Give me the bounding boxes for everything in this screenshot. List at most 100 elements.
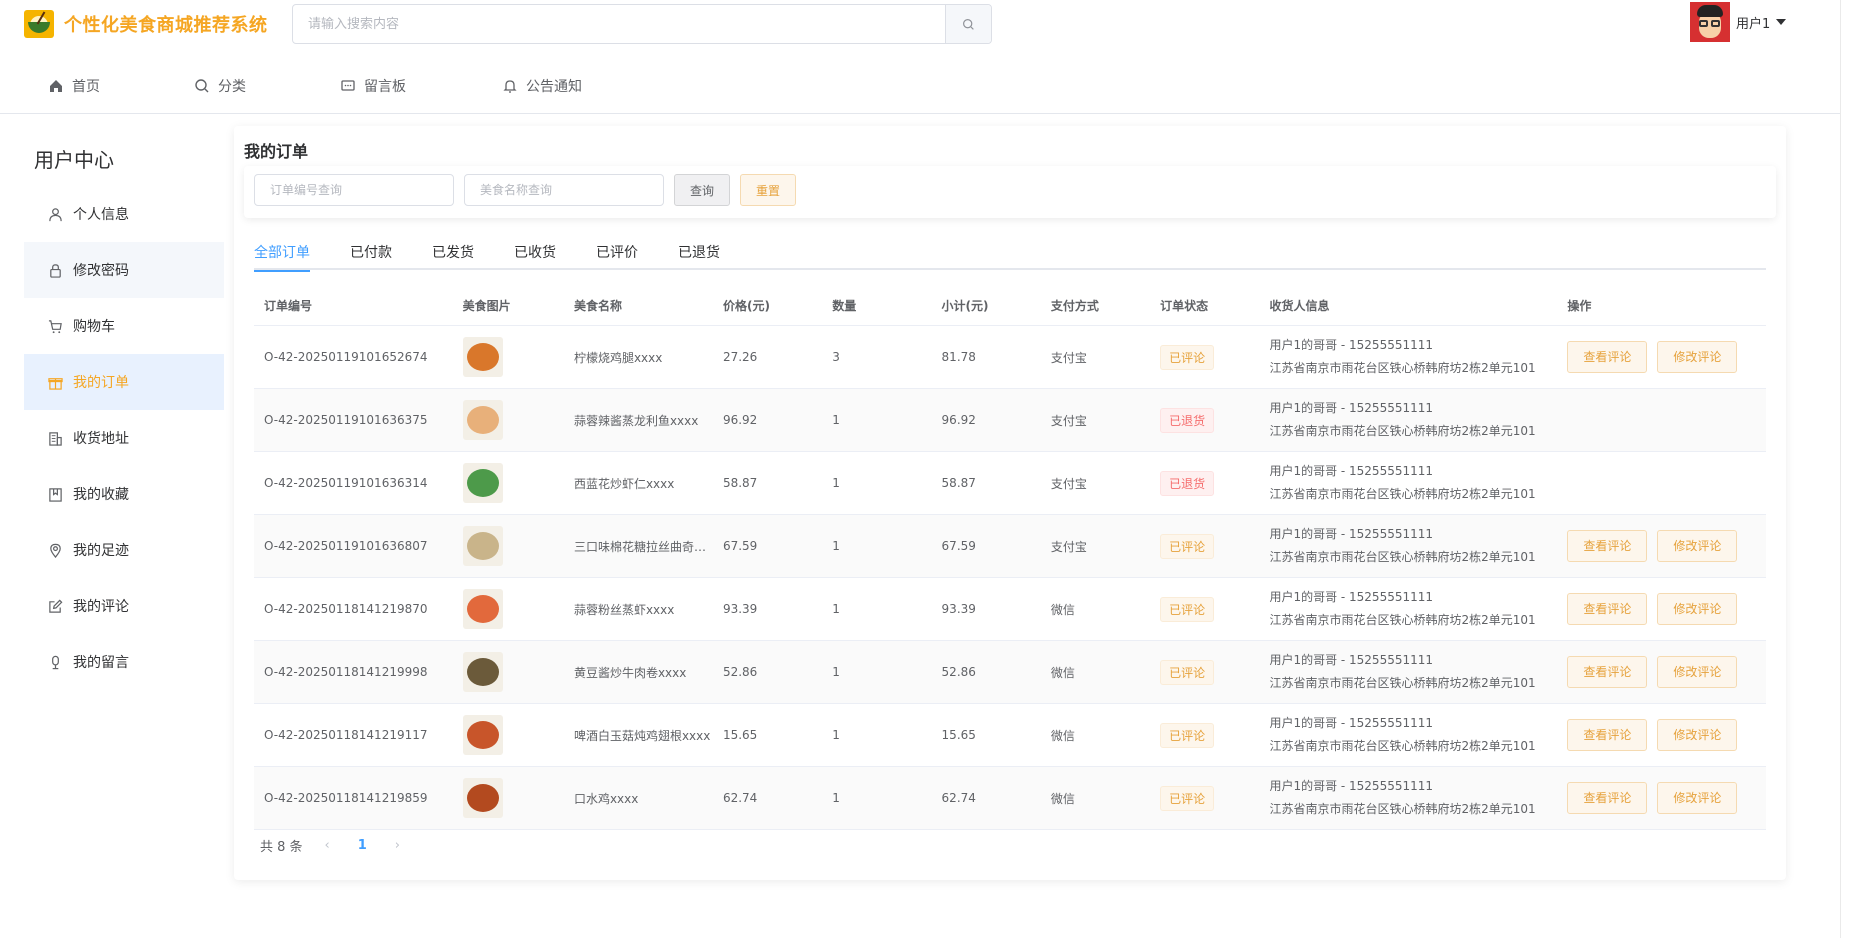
nav-item-category[interactable]: 分类 bbox=[194, 76, 246, 96]
receiver-info: 用户1的哥哥 - 15255551111 江苏省南京市雨花台区铁心桥韩府坊2栋2… bbox=[1259, 460, 1557, 506]
receiver-info: 用户1的哥哥 - 15255551111 江苏省南京市雨花台区铁心桥韩府坊2栋2… bbox=[1259, 712, 1557, 758]
next-page-icon[interactable]: › bbox=[395, 838, 400, 853]
view-review-button[interactable]: 查看评论 bbox=[1567, 593, 1648, 625]
nav-item-messages[interactable]: 留言板 bbox=[340, 76, 406, 96]
price: 62.74 bbox=[722, 791, 758, 805]
sidebar-item-address[interactable]: 收货地址 bbox=[24, 410, 224, 466]
edit-review-button[interactable]: 修改评论 bbox=[1657, 782, 1738, 814]
receiver-contact: 用户1的哥哥 - 15255551111 bbox=[1269, 653, 1434, 667]
quantity: 1 bbox=[832, 539, 840, 553]
food-image-cell bbox=[453, 463, 564, 503]
food-name: 三口味棉花糖拉丝曲奇xxxx bbox=[573, 539, 713, 554]
price: 67.59 bbox=[722, 539, 758, 553]
sidebar-item-cart[interactable]: 购物车 bbox=[24, 298, 224, 354]
sidebar-item-orders[interactable]: 我的订单 bbox=[24, 354, 224, 410]
sidebar-item-label: 我的订单 bbox=[73, 375, 129, 391]
status-badge: 已退货 bbox=[1160, 470, 1215, 496]
filter-bar: 查询 重置 bbox=[244, 166, 1776, 218]
tab-returned[interactable]: 已退货 bbox=[678, 242, 720, 270]
edit-review-button[interactable]: 修改评论 bbox=[1657, 530, 1738, 562]
food-image[interactable] bbox=[462, 652, 503, 692]
edit-review-button[interactable]: 修改评论 bbox=[1657, 719, 1738, 751]
edit-icon bbox=[49, 599, 63, 613]
sidebar-item-password[interactable]: 修改密码 bbox=[24, 242, 224, 298]
receiver-contact: 用户1的哥哥 - 15255551111 bbox=[1269, 401, 1434, 415]
view-review-button[interactable]: 查看评论 bbox=[1567, 530, 1648, 562]
search-input[interactable] bbox=[293, 5, 945, 43]
nav-item-notices[interactable]: 公告通知 bbox=[502, 76, 582, 96]
price: 27.26 bbox=[722, 350, 758, 364]
sidebar-item-footprints[interactable]: 我的足迹 bbox=[24, 522, 224, 578]
column-header: 美食名称 bbox=[573, 299, 622, 313]
edit-review-button[interactable]: 修改评论 bbox=[1657, 341, 1738, 373]
page-title: 我的订单 bbox=[244, 142, 309, 161]
page-number[interactable]: 1 bbox=[358, 838, 367, 853]
receiver-address: 江苏省南京市雨花台区铁心桥韩府坊2栋2单元101 bbox=[1269, 550, 1536, 564]
reset-button[interactable]: 重置 bbox=[740, 174, 796, 206]
food-name: 黄豆酱炒牛肉卷xxxx bbox=[573, 665, 687, 680]
food-image[interactable] bbox=[462, 778, 503, 818]
sidebar-item-reviews[interactable]: 我的评论 bbox=[24, 578, 224, 634]
tab-reviewed[interactable]: 已评价 bbox=[596, 242, 638, 270]
food-image[interactable] bbox=[462, 463, 503, 503]
sidebar-item-label: 修改密码 bbox=[73, 263, 129, 279]
cart-icon bbox=[48, 319, 62, 333]
gift-icon bbox=[48, 377, 63, 390]
user-menu[interactable]: 用户1 bbox=[1690, 0, 1787, 44]
food-image[interactable] bbox=[462, 526, 503, 566]
edit-review-button[interactable]: 修改评论 bbox=[1657, 656, 1738, 688]
payment-method: 微信 bbox=[1050, 728, 1075, 743]
sidebar-item-profile[interactable]: 个人信息 bbox=[24, 186, 224, 242]
subtotal: 15.65 bbox=[941, 728, 976, 742]
price: 96.92 bbox=[722, 413, 758, 427]
user-icon bbox=[49, 207, 62, 221]
quantity: 1 bbox=[832, 791, 840, 805]
view-review-button[interactable]: 查看评论 bbox=[1567, 656, 1648, 688]
building-icon bbox=[49, 431, 62, 446]
order-no-input[interactable] bbox=[254, 174, 454, 206]
pagination: 共 8 条 ‹ 1 › bbox=[260, 836, 400, 855]
tab-paid[interactable]: 已付款 bbox=[350, 242, 392, 270]
nav-label: 首页 bbox=[72, 79, 100, 95]
prev-page-icon[interactable]: ‹ bbox=[325, 838, 330, 853]
order-number: O-42-20250118141219117 bbox=[264, 728, 428, 742]
query-button[interactable]: 查询 bbox=[674, 174, 730, 206]
food-image[interactable] bbox=[462, 400, 503, 440]
status-badge: 已评论 bbox=[1160, 596, 1215, 622]
page-scrollbar[interactable] bbox=[1840, 0, 1854, 938]
subtotal: 81.78 bbox=[941, 350, 976, 364]
sidebar-item-messages[interactable]: 我的留言 bbox=[24, 634, 224, 690]
status-cell: 已评论 bbox=[1150, 659, 1259, 685]
search-button[interactable] bbox=[945, 5, 991, 43]
sidebar-title: 用户中心 bbox=[34, 148, 114, 172]
table-row: O-42-20250118141219870 蒜蓉粉丝蒸虾xxxx 93.39 … bbox=[254, 578, 1766, 641]
receiver-address: 江苏省南京市雨花台区铁心桥韩府坊2栋2单元101 bbox=[1269, 802, 1536, 816]
food-image[interactable] bbox=[462, 715, 503, 755]
food-image[interactable] bbox=[462, 589, 503, 629]
food-name: 西蓝花炒虾仁xxxx bbox=[573, 476, 675, 491]
view-review-button[interactable]: 查看评论 bbox=[1567, 341, 1648, 373]
order-number: O-42-20250118141219859 bbox=[264, 791, 428, 805]
sidebar-item-label: 个人信息 bbox=[73, 207, 129, 223]
search-icon bbox=[963, 18, 974, 30]
status-badge: 已评论 bbox=[1160, 344, 1215, 370]
edit-review-button[interactable]: 修改评论 bbox=[1657, 593, 1738, 625]
food-name-input[interactable] bbox=[464, 174, 664, 206]
sidebar-item-favorites[interactable]: 我的收藏 bbox=[24, 466, 224, 522]
view-review-button[interactable]: 查看评论 bbox=[1567, 719, 1648, 751]
payment-method: 微信 bbox=[1050, 791, 1075, 806]
receiver-info: 用户1的哥哥 - 15255551111 江苏省南京市雨花台区铁心桥韩府坊2栋2… bbox=[1259, 334, 1557, 380]
tab-received[interactable]: 已收货 bbox=[514, 242, 556, 270]
order-number: O-42-20250118141219870 bbox=[264, 602, 428, 616]
tab-shipped[interactable]: 已发货 bbox=[432, 242, 474, 270]
receiver-address: 江苏省南京市雨花台区铁心桥韩府坊2栋2单元101 bbox=[1269, 361, 1536, 375]
nav-item-home[interactable]: 首页 bbox=[48, 76, 100, 96]
status-badge: 已评论 bbox=[1160, 659, 1215, 685]
status-badge: 已评论 bbox=[1160, 533, 1215, 559]
column-header: 小计(元) bbox=[941, 299, 989, 313]
view-review-button[interactable]: 查看评论 bbox=[1567, 782, 1648, 814]
tab-all-orders[interactable]: 全部订单 bbox=[254, 242, 310, 272]
actions-cell: 查看评论 修改评论 bbox=[1557, 782, 1766, 814]
food-image[interactable] bbox=[462, 337, 503, 377]
nav-label: 留言板 bbox=[364, 79, 406, 95]
